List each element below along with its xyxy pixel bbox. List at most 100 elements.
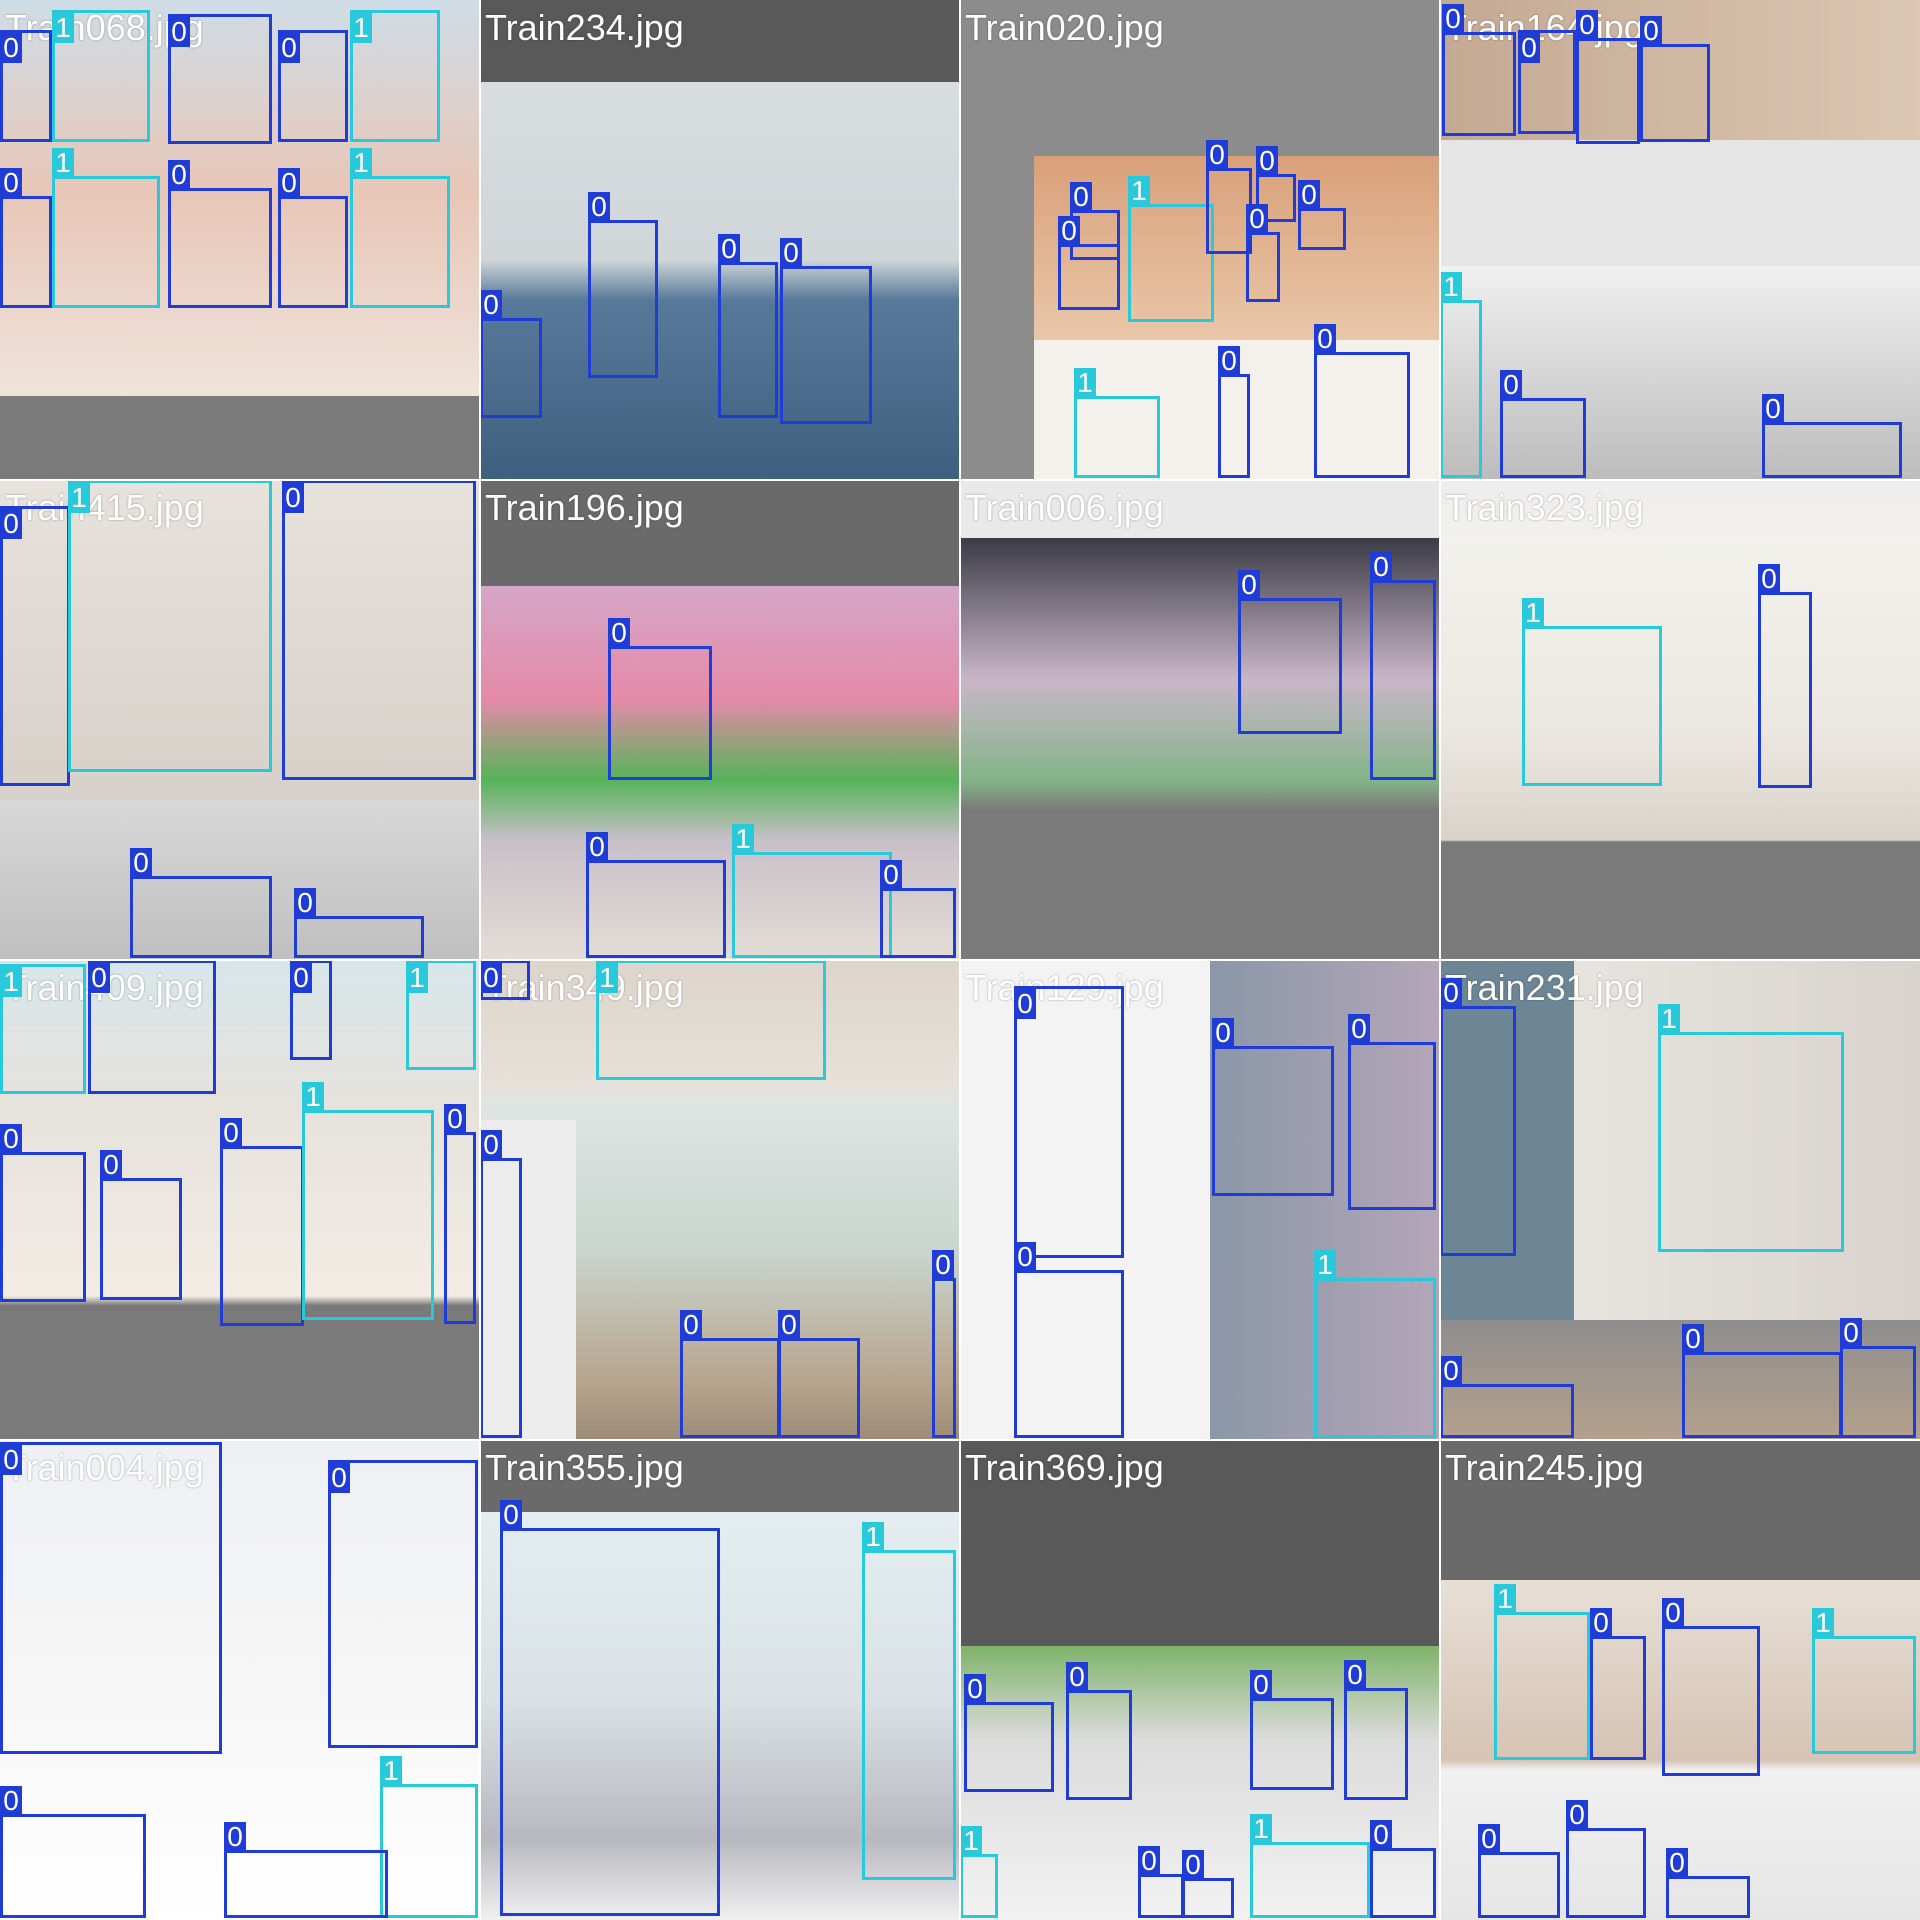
bounding-box-class-1: 1 [52, 10, 150, 142]
bounding-box-class-0: 0 [1682, 1324, 1842, 1438]
class-label: 1 [0, 967, 22, 997]
class-label: 0 [278, 168, 300, 198]
bounding-box-class-0: 0 [294, 888, 424, 958]
class-label: 1 [1522, 598, 1544, 628]
bounding-box-class-0: 0 [1440, 978, 1516, 1256]
bounding-box-class-0: 0 [278, 168, 348, 308]
class-label: 0 [1566, 1800, 1588, 1830]
image-tile-train164: Train164.jpg 0000100 [1440, 0, 1920, 480]
class-label: 0 [480, 290, 502, 320]
class-label: 0 [964, 1674, 986, 1704]
bounding-box-class-1: 1 [350, 148, 450, 308]
class-label: 0 [1590, 1608, 1612, 1638]
bounding-box-class-0: 0 [1370, 1820, 1436, 1918]
bounding-box-class-0: 0 [88, 960, 216, 1094]
bounding-box-class-1: 1 [68, 480, 272, 772]
class-label: 0 [1066, 1662, 1088, 1692]
bounding-box-class-0: 0 [718, 234, 778, 418]
class-label: 0 [1840, 1318, 1862, 1348]
class-label: 0 [1238, 570, 1260, 600]
class-label: 1 [1812, 1608, 1834, 1638]
image-filename: Train231.jpg [1445, 967, 1644, 1008]
class-label: 0 [680, 1310, 702, 1340]
bounding-box-class-1: 1 [1440, 272, 1482, 478]
class-label: 0 [1058, 216, 1080, 246]
image-tile-train355: Train355.jpg 0 1 [480, 1440, 960, 1920]
class-label: 1 [1074, 368, 1096, 398]
bounding-box-class-0: 0 [278, 30, 348, 142]
grid-divider-h3 [0, 1439, 1920, 1441]
class-label: 0 [0, 1445, 22, 1475]
image-tile-train415: Train415.jpg 01000 [0, 480, 480, 960]
grid-divider-h1 [0, 479, 1920, 481]
class-label: 0 [1070, 182, 1092, 212]
bounding-box-class-1: 1 [350, 10, 440, 142]
bounding-box-class-0: 0 [1590, 1608, 1646, 1760]
image-tile-train234: Train234.jpg 0 0 0 0 [480, 0, 960, 480]
class-label: 0 [1314, 324, 1336, 354]
bounding-box-class-0: 0 [586, 832, 726, 958]
class-label: 0 [1440, 978, 1462, 1008]
class-label: 1 [380, 1756, 402, 1786]
class-label: 0 [294, 888, 316, 918]
image-filename: Train020.jpg [965, 7, 1164, 48]
image-filename: Train369.jpg [965, 1447, 1164, 1488]
class-label: 0 [1518, 33, 1540, 63]
class-label: 0 [480, 963, 502, 993]
bounding-box-class-0: 0 [1298, 180, 1346, 250]
bounding-box-class-0: 0 [282, 480, 476, 780]
class-label: 0 [480, 1130, 502, 1160]
class-label: 0 [278, 33, 300, 63]
bounding-box-class-0: 0 [1576, 10, 1640, 144]
bounding-box-class-0: 0 [1066, 1662, 1132, 1800]
bounding-box-class-0: 0 [608, 618, 712, 780]
class-label: 1 [862, 1522, 884, 1552]
bounding-box-class-0: 0 [168, 14, 272, 144]
bounding-box-class-0: 0 [1348, 1014, 1436, 1210]
class-label: 1 [1128, 176, 1150, 206]
bounding-box-class-0: 0 [588, 192, 658, 378]
image-tile-train020: Train020.jpg 0100000100 [960, 0, 1440, 480]
image-filename: Train196.jpg [485, 487, 684, 528]
bounding-box-class-1: 1 [0, 964, 86, 1094]
bounding-box-class-0: 0 [480, 960, 530, 1000]
bounding-box-class-0: 0 [0, 30, 52, 142]
class-label: 0 [1218, 346, 1240, 376]
bounding-box-class-0: 0 [1566, 1800, 1646, 1918]
class-label: 0 [88, 963, 110, 993]
bounding-box-class-0: 0 [1182, 1850, 1234, 1918]
class-label: 1 [1494, 1584, 1516, 1614]
class-label: 0 [880, 860, 902, 890]
class-label: 0 [588, 192, 610, 222]
bounding-box-class-0: 0 [1218, 346, 1250, 478]
class-label: 1 [406, 963, 428, 993]
class-label: 1 [960, 1826, 982, 1856]
class-label: 1 [68, 483, 90, 513]
class-label: 0 [1014, 1242, 1036, 1272]
class-label: 0 [932, 1250, 954, 1280]
bounding-box-class-0: 0 [1442, 4, 1516, 136]
class-label: 0 [1256, 146, 1278, 176]
bounding-box-class-0: 0 [1014, 986, 1124, 1258]
bounding-box-class-1: 1 [596, 960, 826, 1080]
class-label: 1 [52, 148, 74, 178]
class-label: 0 [1682, 1324, 1704, 1354]
bounding-box-class-0: 0 [0, 506, 70, 786]
bounding-box-class-0: 0 [1212, 1018, 1334, 1196]
bounding-box-class-0: 0 [1440, 1356, 1574, 1438]
class-label: 1 [732, 824, 754, 854]
class-label: 0 [168, 17, 190, 47]
class-label: 0 [100, 1150, 122, 1180]
bounding-box-class-0: 0 [1500, 370, 1586, 478]
class-label: 0 [0, 1786, 22, 1816]
class-label: 0 [290, 963, 312, 993]
bounding-box-class-0: 0 [0, 168, 52, 308]
image-tile-train323: Train323.jpg 1 0 [1440, 480, 1920, 960]
image-tile-train349: Train349.jpg 010000 [480, 960, 960, 1440]
bounding-box-class-1: 1 [960, 1826, 998, 1918]
image-tile-train245: Train245.jpg 1 0 0 1 0 0 0 [1440, 1440, 1920, 1920]
bounding-box-class-0: 0 [1762, 394, 1902, 478]
bounding-box-class-0: 0 [1238, 570, 1342, 734]
bounding-box-class-1: 1 [1250, 1814, 1370, 1918]
bounding-box-class-0: 0 [1370, 552, 1436, 780]
